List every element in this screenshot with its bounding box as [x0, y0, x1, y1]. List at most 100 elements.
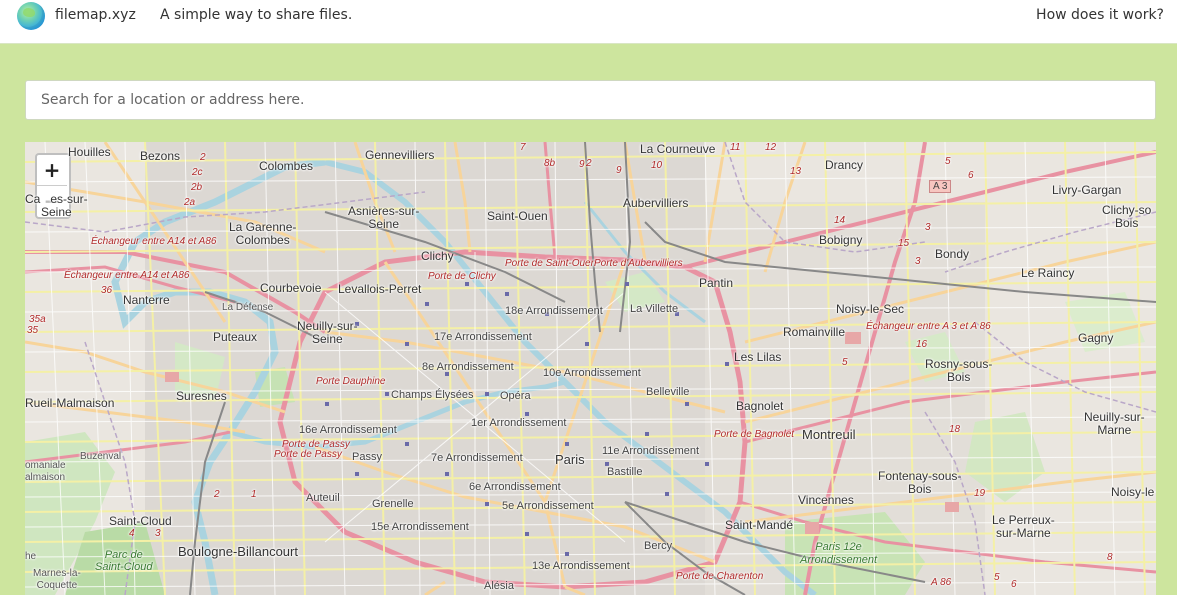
map-label: Ca es-sur- Seine [25, 192, 88, 219]
map-label: Saint-Mandé [725, 518, 794, 532]
map-label: Auteuil [306, 492, 340, 504]
road-label: Porte de Passy [274, 449, 342, 460]
map-label: La Courneuve [640, 142, 716, 156]
map-view[interactable]: + − Houilles Bezons Colombes Gennevillie… [25, 142, 1156, 595]
road-number: 2b [191, 182, 203, 193]
map-label: he [25, 551, 37, 562]
map-label: 8e Arrondissement [422, 361, 514, 373]
road-number: 2c [192, 167, 203, 178]
road-number: 19 [974, 488, 986, 499]
road-number: 4 [129, 528, 135, 539]
map-label: Asnières-sur- Seine [348, 204, 420, 231]
map-label: Bercy [644, 540, 673, 552]
road-number: 15 [898, 238, 910, 249]
road-number: 5 [994, 572, 1000, 583]
map-label: Alésia [484, 580, 514, 592]
zoom-in-button[interactable]: + [37, 155, 67, 186]
road-label: Échangeur entre A14 et A86 [91, 236, 217, 247]
map-label: Livry-Gargan [1052, 183, 1122, 197]
map-label: Bagnolet [736, 399, 784, 413]
brand-name[interactable]: filemap.xyz [55, 7, 136, 23]
road-number: 12 [765, 142, 777, 153]
road-number: 2 [586, 158, 592, 169]
map-label: Houilles [68, 145, 111, 159]
road-number: 9 [616, 165, 622, 176]
map-label: 13e Arrondissement [532, 560, 630, 572]
map-label: Gennevilliers [365, 148, 435, 162]
road-number: 6 [968, 170, 974, 181]
map-label: Aubervilliers [623, 196, 689, 210]
map-label: Belleville [646, 386, 690, 398]
map-label: Parc de Saint-Cloud [95, 549, 153, 573]
map-label: Neuilly-sur- Marne [1084, 410, 1145, 437]
map-label: Rueil-Malmaison [25, 396, 115, 410]
map-label: Bobigny [819, 233, 863, 247]
road-number: 9 [579, 159, 585, 170]
map-label: Le Perreux- sur-Marne [992, 513, 1055, 540]
globe-logo-icon [17, 2, 45, 30]
map-label: Suresnes [176, 389, 227, 403]
map-label: 17e Arrondissement [434, 331, 532, 343]
road-number: 2 [200, 152, 206, 163]
map-label: Grenelle [372, 498, 414, 510]
motorway-shield: A 3 [929, 180, 952, 193]
road-label: Porte de Bagnolet [714, 429, 795, 440]
map-label: La Villette [630, 303, 679, 315]
map-label: omaniale almaison [25, 460, 66, 483]
map-label: Clichy-so Bois [1102, 203, 1152, 230]
road-label: Échangeur entre A 3 et A 86 [866, 321, 991, 332]
road-number: 13 [790, 166, 802, 177]
road-number: 7 [520, 142, 526, 153]
road-number: 11 [730, 142, 741, 153]
road-number: 3 [155, 528, 161, 539]
map-label: Vincennes [798, 493, 854, 507]
map-label: Gagny [1078, 331, 1114, 345]
road-number: 14 [834, 215, 846, 226]
road-number: 3 [925, 222, 931, 233]
road-label: Porte de Charenton [676, 571, 764, 582]
map-label: 10e Arrondissement [543, 367, 641, 379]
road-label: A 86 [931, 577, 952, 588]
road-number: 35 [27, 325, 39, 336]
map-label: Buzenval [80, 451, 122, 462]
map-label: Bastille [607, 466, 643, 478]
map-label: 11e Arrondissement [602, 445, 700, 457]
map-label: Les Lilas [734, 350, 782, 364]
road-number: 35a [29, 314, 46, 325]
map-label: Nanterre [123, 293, 170, 307]
map-label: 5e Arrondissement [502, 500, 594, 512]
map-label: Fontenay-sous- Bois [878, 469, 962, 496]
map-label: Boulogne-Billancourt [178, 544, 298, 559]
map-label: Bondy [935, 247, 970, 261]
how-does-it-work-link[interactable]: How does it work? [1036, 7, 1164, 23]
map-label: Passy [352, 451, 382, 463]
map-label: Le Raincy [1021, 266, 1075, 280]
road-number: 2 [214, 489, 220, 500]
map-label: Montreuil [802, 427, 856, 442]
road-number: 6 [1011, 579, 1017, 590]
map-label: 16e Arrondissement [299, 424, 397, 436]
map-label: Marnes-la- Coquette [33, 568, 81, 591]
map-label: Noisy-le-Sec [836, 302, 905, 316]
map-label: 15e Arrondissement [371, 521, 469, 533]
road-number: 5 [945, 156, 951, 167]
map-label: 18e Arrondissement [505, 305, 603, 317]
map-label: Colombes [259, 159, 314, 173]
map-label: 6e Arrondissement [469, 481, 561, 493]
map-label: Levallois-Perret [338, 282, 422, 296]
road-number: 16 [916, 339, 928, 350]
road-number: 36 [101, 285, 113, 296]
location-search-input[interactable] [25, 80, 1156, 120]
road-label: Porte de Saint-Ouen [505, 258, 597, 269]
road-label: Échangeur entre A14 et A86 [64, 270, 190, 281]
map-label: 1er Arrondissement [471, 417, 567, 429]
road-number: 5 [842, 357, 848, 368]
map-label: Paris 12e Arrondissement [800, 541, 878, 566]
map-label: La Défense [222, 302, 274, 313]
map-label: Noisy-le [1111, 485, 1155, 499]
road-number: 3 [915, 256, 921, 267]
road-label: Porte d'Aubervilliers [594, 258, 683, 269]
top-navbar: filemap.xyz A simple way to share files.… [0, 0, 1177, 44]
map-label: Saint-Cloud [109, 514, 172, 528]
map-label: La Garenne- Colombes [229, 220, 297, 247]
